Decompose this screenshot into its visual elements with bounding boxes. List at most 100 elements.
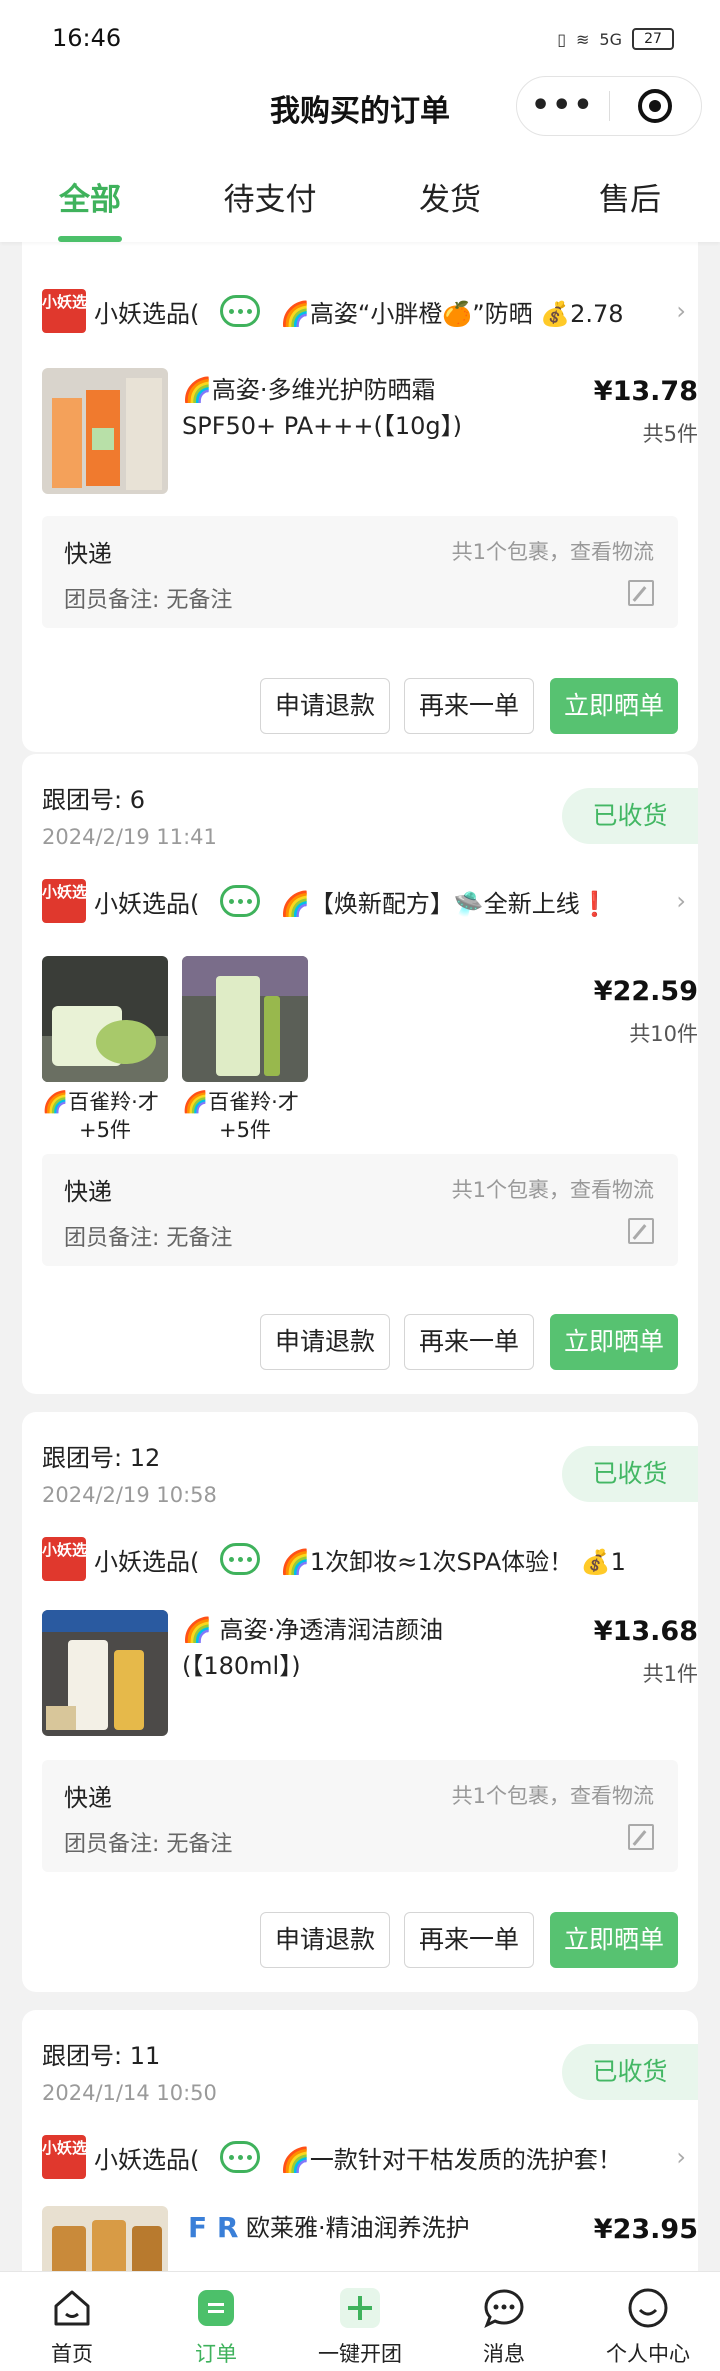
view-logistics-link[interactable]: 共1个包裹，查看物流 [452,536,654,566]
message-icon [484,2289,524,2329]
shop-row[interactable]: 小妖选品 小妖选品( 🌈一款针对干枯发质的洗护套！ › [42,2134,686,2180]
status-bar: 16:46 ▯ ≋ 5G 27 [0,0,720,80]
wifi-icon: ≋ [576,29,590,49]
tabbar-messages[interactable]: 消息 [432,2272,576,2371]
group-description: 🌈高姿“小胖橙🍊”防晒 💰2.78 [280,299,624,328]
more-button[interactable]: ••• [517,91,609,121]
product-count: +5件 [219,1118,271,1142]
chat-icon[interactable] [220,1543,260,1575]
tabbar-start-group[interactable]: 一键开团 [288,2272,432,2371]
product-image[interactable] [42,1610,168,1736]
home-icon [54,2290,90,2326]
product-name[interactable]: 欧莱雅·精油润养洗护 [246,2210,486,2246]
express-label: 快递 [64,1178,112,1206]
plus-icon [340,2288,380,2328]
status-badge: 已收货 [562,1446,698,1502]
tabbar-profile[interactable]: 个人中心 [576,2272,720,2371]
order-card: 跟团号: 6 2024/2/19 11:41 已收货 小妖选品 小妖选品( 🌈【… [22,754,698,1394]
edit-icon[interactable] [628,1218,654,1244]
order-card: 跟团号: 11 2024/1/14 10:50 已收货 小妖选品 小妖选品( 🌈… [22,2010,698,2271]
product-name[interactable]: 🌈高姿·多维光护防晒霜SPF50+ PA+++(【10g】) [182,372,482,444]
shop-logo: 小妖选品 [42,289,102,333]
orders-icon [198,2290,234,2326]
order-quantity: 共1件 [642,1662,698,1686]
order-card: 小妖选品 小妖选品( 🌈高姿“小胖橙🍊”防晒 💰2.78 › 🌈高姿·多维光护防… [22,242,698,752]
shop-logo: 小妖选品 [42,2135,102,2179]
product-count: +5件 [79,1118,131,1142]
chevron-right-icon: › [676,2143,686,2171]
shop-row[interactable]: 小妖选品 小妖选品( 🌈高姿“小胖橙🍊”防晒 💰2.78 › [42,288,686,334]
order-header: 跟团号: 12 2024/2/19 10:58 已收货 [42,1438,698,1518]
tabbar-orders[interactable]: 订单 [144,2272,288,2371]
product-name[interactable]: 🌈百雀羚·才 [42,1088,168,1116]
status-badge: 已收货 [562,2044,698,2100]
group-description: 🌈1次卸妆≈1次SPA体验！ 💰1 [280,1547,626,1576]
tabbar-messages-label: 消息 [483,2342,525,2366]
product-image[interactable] [42,956,168,1082]
shop-logo: 小妖选品 [42,879,102,923]
status-badge: 已收货 [562,788,698,844]
shop-logo: 小妖选品 [42,1537,102,1581]
share-review-button[interactable]: 立即晒单 [550,678,678,734]
tabbar-start-group-label: 一键开团 [318,2342,402,2366]
order-header: 跟团号: 11 2024/1/14 10:50 已收货 [42,2036,698,2116]
vibrate-icon: ▯ [557,29,567,49]
reorder-button[interactable]: 再来一单 [404,678,534,734]
member-note: 团员备注: 无备注 [64,588,233,613]
status-icons: ▯ ≋ 5G 27 [557,28,674,50]
reorder-button[interactable]: 再来一单 [404,1912,534,1968]
shop-name: 小妖选品( [94,1547,200,1576]
tab-pending-payment[interactable]: 待支付 [180,150,360,242]
order-price: ¥23.95 [593,2214,698,2245]
product-name[interactable]: 🌈 高姿·净透清润洁颜油(【180ml】) [182,1612,482,1684]
member-note: 团员备注: 无备注 [64,1832,233,1857]
express-label: 快递 [64,1784,112,1812]
order-price: ¥13.68 [593,1616,698,1647]
shop-name: 小妖选品( [94,889,200,918]
edit-icon[interactable] [628,580,654,606]
edit-icon[interactable] [628,1824,654,1850]
product-image[interactable] [42,368,168,494]
refund-button[interactable]: 申请退款 [260,678,390,734]
smile-icon [628,2288,668,2328]
shop-row[interactable]: 小妖选品 小妖选品( 🌈【焕新配方】🛸全新上线❗ › [42,878,686,924]
chevron-right-icon: › [676,887,686,915]
group-description: 🌈【焕新配方】🛸全新上线❗ [280,889,610,918]
product-image[interactable] [42,2206,168,2271]
order-header: 跟团号: 6 2024/2/19 11:41 已收货 [42,780,698,860]
view-logistics-link[interactable]: 共1个包裹，查看物流 [452,1174,654,1204]
tabbar-home[interactable]: 首页 [0,2272,144,2371]
product-name[interactable]: 🌈百雀羚·才 [182,1088,308,1116]
share-review-button[interactable]: 立即晒单 [550,1314,678,1370]
target-icon [638,89,673,123]
close-miniprogram-button[interactable] [610,89,702,123]
order-quantity: 共5件 [642,422,698,446]
order-card: 跟团号: 12 2024/2/19 10:58 已收货 小妖选品 小妖选品( 🌈… [22,1412,698,1992]
product-image[interactable] [182,956,308,1082]
share-review-button[interactable]: 立即晒单 [550,1912,678,1968]
order-price: ¥22.59 [593,976,698,1007]
tab-all[interactable]: 全部 [0,150,180,242]
tabbar-orders-label: 订单 [195,2342,237,2366]
bottom-tab-bar: 首页 订单 一键开团 消息 个人中心 [0,2271,720,2371]
reorder-button[interactable]: 再来一单 [404,1314,534,1370]
order-price: ¥13.78 [593,376,698,407]
express-label: 快递 [64,540,112,568]
group-description: 🌈一款针对干枯发质的洗护套！ [280,2145,622,2174]
view-logistics-link[interactable]: 共1个包裹，查看物流 [452,1780,654,1810]
shop-row[interactable]: 小妖选品 小妖选品( 🌈1次卸妆≈1次SPA体验！ 💰1 [42,1536,686,1582]
nav-bar: 我购买的订单 ••• [0,76,720,150]
shop-name: 小妖选品( [94,2145,200,2174]
chat-icon[interactable] [220,295,260,327]
tab-shipping[interactable]: 发货 [360,150,540,242]
order-list[interactable]: 小妖选品 小妖选品( 🌈高姿“小胖橙🍊”防晒 💰2.78 › 🌈高姿·多维光护防… [0,242,720,2271]
tab-after-sales[interactable]: 售后 [540,150,720,242]
chat-icon[interactable] [220,885,260,917]
express-panel: 快递 共1个包裹，查看物流 团员备注: 无备注 [42,516,678,628]
chat-icon[interactable] [220,2141,260,2173]
refund-button[interactable]: 申请退款 [260,1314,390,1370]
product-brand: F R [188,2211,239,2244]
tabbar-home-label: 首页 [51,2342,93,2366]
refund-button[interactable]: 申请退款 [260,1912,390,1968]
express-panel: 快递 共1个包裹，查看物流 团员备注: 无备注 [42,1760,678,1872]
